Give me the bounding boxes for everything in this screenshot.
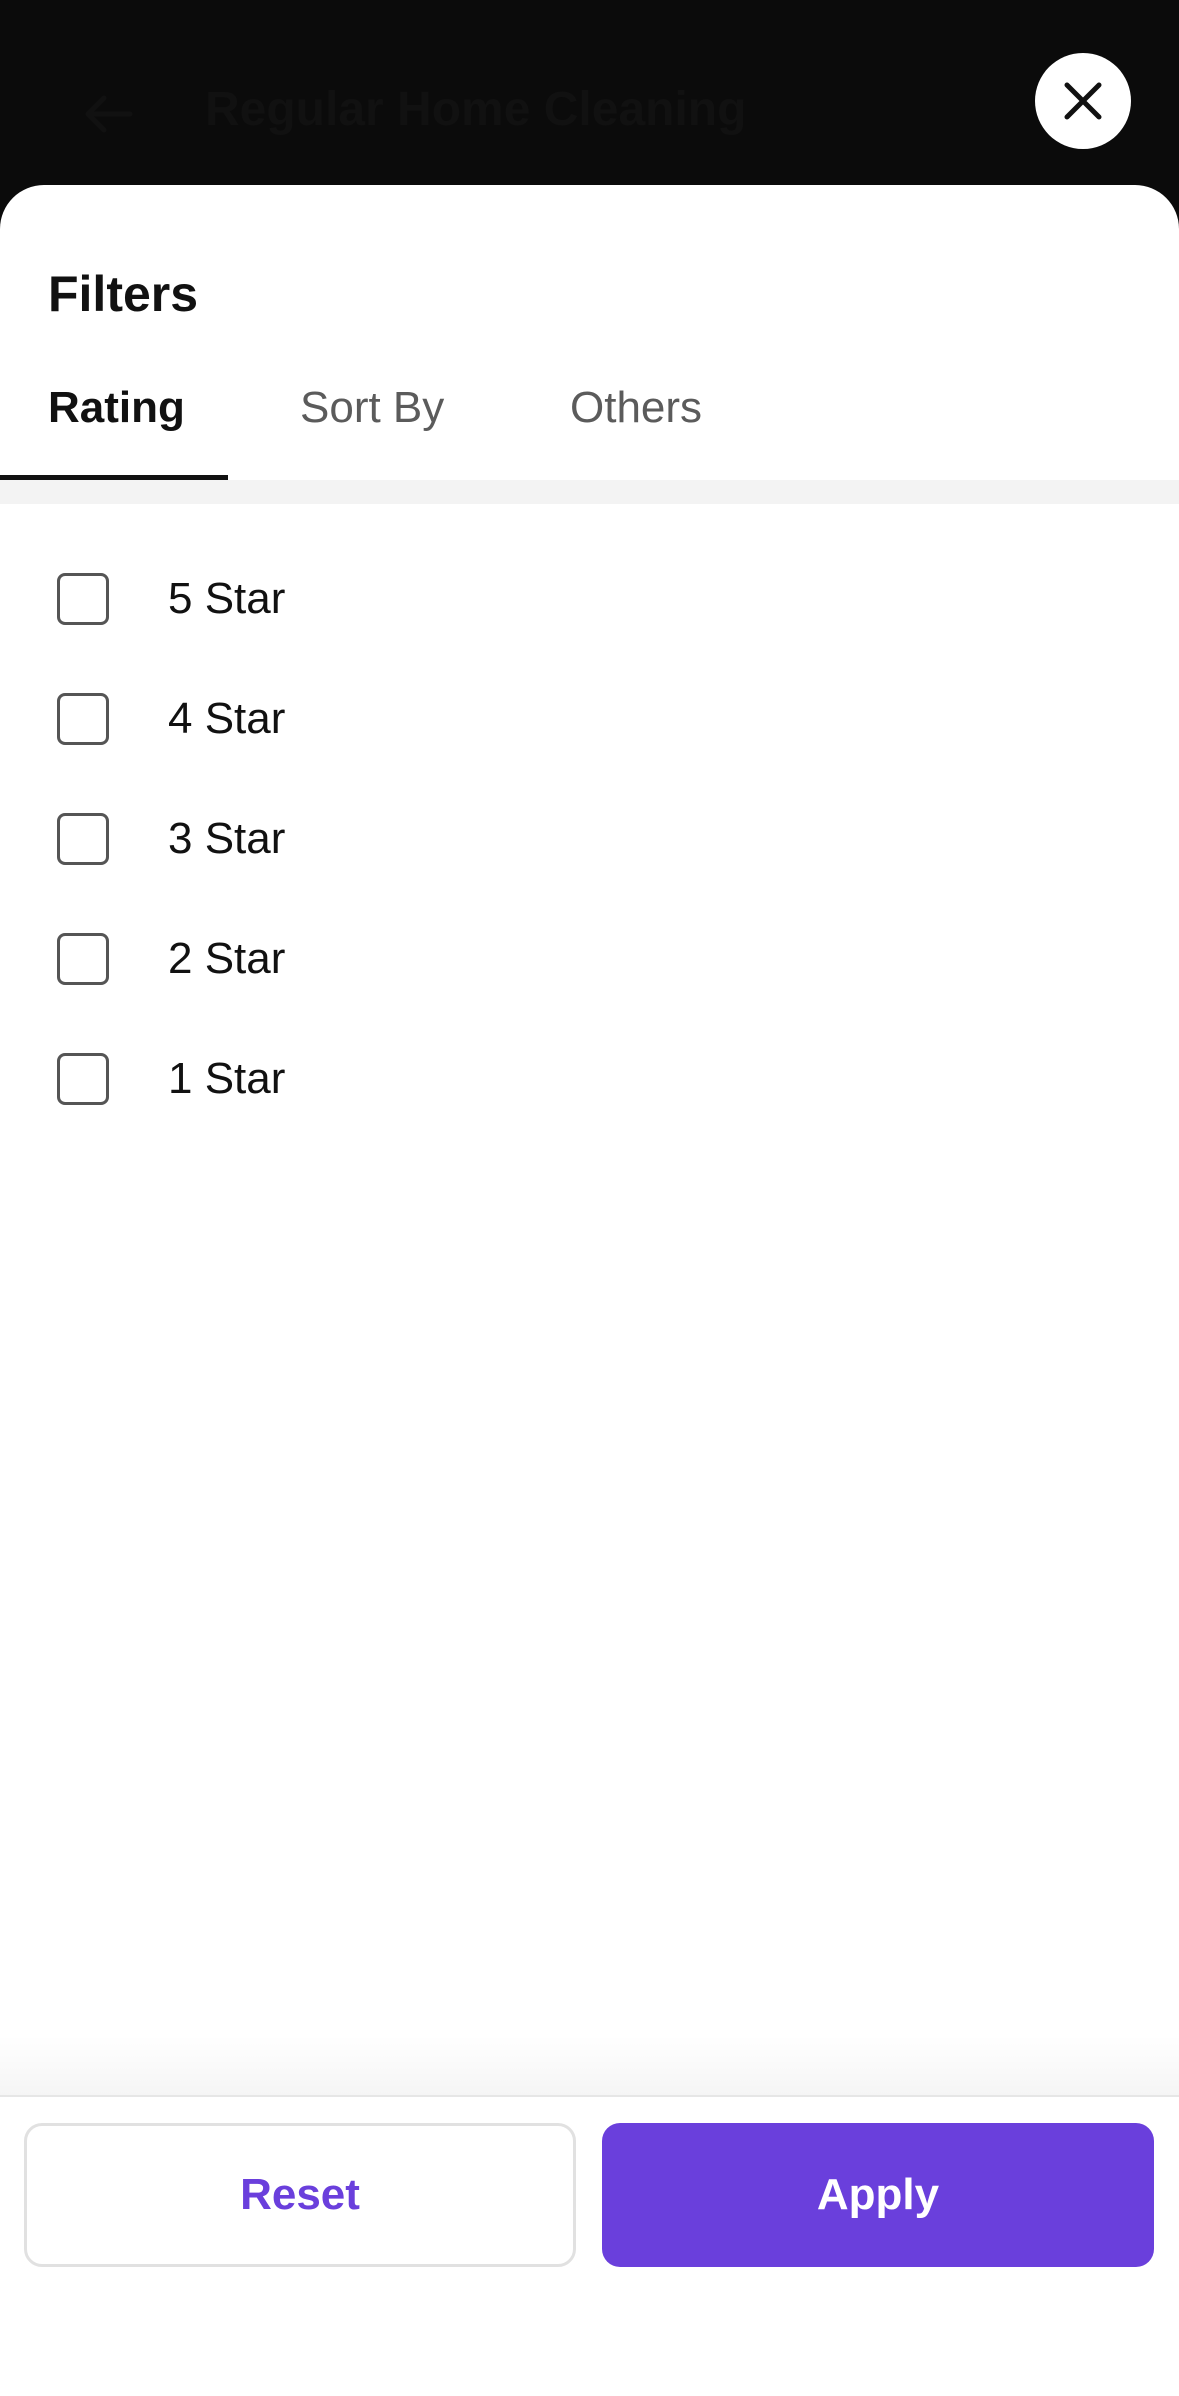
checkbox[interactable] bbox=[57, 693, 109, 745]
rating-option-label: 2 Star bbox=[168, 934, 286, 983]
action-footer: Reset Apply bbox=[0, 2095, 1179, 2396]
close-icon bbox=[1064, 82, 1102, 120]
rating-option-label: 5 Star bbox=[168, 574, 286, 623]
filters-bottom-sheet: Filters Rating Sort By Others 5 Star 4 S… bbox=[0, 185, 1179, 2396]
page-title: Regular Home Cleaning bbox=[205, 83, 747, 136]
rating-option-3-star[interactable]: 3 Star bbox=[0, 780, 1179, 900]
checkbox[interactable] bbox=[57, 813, 109, 865]
tab-others[interactable]: Others bbox=[570, 375, 702, 475]
rating-option-label: 4 Star bbox=[168, 694, 286, 743]
rating-option-2-star[interactable]: 2 Star bbox=[0, 900, 1179, 1020]
rating-option-4-star[interactable]: 4 Star bbox=[0, 660, 1179, 780]
rating-option-5-star[interactable]: 5 Star bbox=[0, 540, 1179, 660]
rating-option-label: 3 Star bbox=[168, 814, 286, 863]
checkbox[interactable] bbox=[57, 1053, 109, 1105]
rating-option-label: 1 Star bbox=[168, 1054, 286, 1103]
checkbox[interactable] bbox=[57, 573, 109, 625]
arrow-left-icon[interactable] bbox=[80, 86, 136, 142]
close-button[interactable] bbox=[1035, 53, 1131, 149]
tabs-divider bbox=[0, 480, 1179, 504]
tab-rating[interactable]: Rating bbox=[48, 375, 185, 475]
filter-tabs: Rating Sort By Others bbox=[0, 375, 1179, 475]
top-app-bar: Regular Home Cleaning bbox=[0, 0, 1179, 200]
rating-option-1-star[interactable]: 1 Star bbox=[0, 1020, 1179, 1140]
apply-button[interactable]: Apply bbox=[602, 2123, 1154, 2267]
reset-button[interactable]: Reset bbox=[24, 2123, 576, 2267]
checkbox[interactable] bbox=[57, 933, 109, 985]
tab-sort-by[interactable]: Sort By bbox=[300, 375, 444, 475]
footer-shadow bbox=[0, 2035, 1179, 2095]
filters-title: Filters bbox=[48, 266, 199, 322]
